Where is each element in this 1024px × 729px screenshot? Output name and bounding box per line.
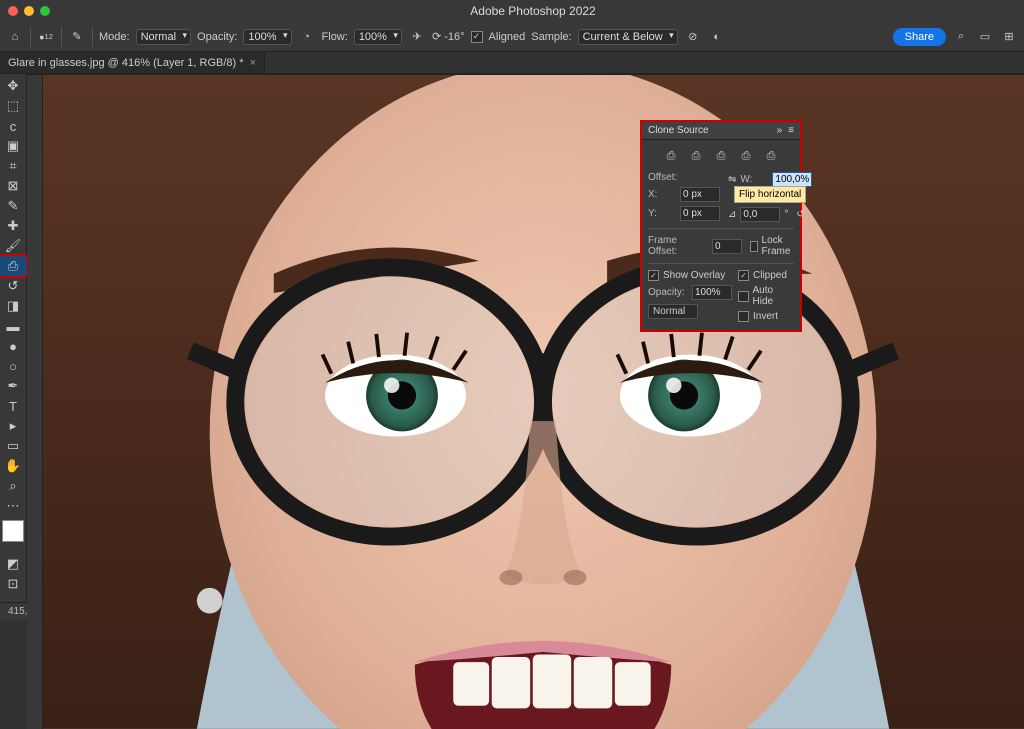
show-overlay-checkbox[interactable]: ✓ — [648, 270, 659, 281]
brush-tool[interactable]: 🖌 — [0, 236, 26, 256]
marquee-tool[interactable]: ⬚ — [0, 96, 26, 116]
clipped-checkbox[interactable]: ✓ — [738, 270, 749, 281]
shape-tool[interactable]: ▭ — [0, 436, 26, 456]
eraser-tool[interactable]: ◨ — [0, 296, 26, 316]
search-icon[interactable]: ⌕ — [952, 28, 970, 46]
airbrush-icon[interactable]: ✈ — [408, 28, 426, 46]
clone-source-panel[interactable]: Clone Source » ≡ ⎙ ⎙ ⎙ ⎙ ⎙ Offset: X: Y:… — [640, 120, 802, 332]
home-icon[interactable]: ⌂ — [6, 28, 24, 46]
offset-y-input[interactable] — [680, 206, 720, 221]
healing-brush-tool[interactable]: ✚ — [0, 216, 26, 236]
flow-label: Flow: — [322, 31, 348, 43]
share-button[interactable]: Share — [893, 28, 946, 46]
document-tab-bar: Glare in glasses.jpg @ 416% (Layer 1, RG… — [0, 52, 1024, 74]
offset-y-label: Y: — [648, 208, 676, 219]
lock-frame-label: Lock Frame — [762, 235, 794, 257]
minimize-icon[interactable] — [24, 6, 34, 16]
arrange-icon[interactable]: ⊞ — [1000, 28, 1018, 46]
scale-w-input[interactable] — [772, 172, 812, 187]
invert-label: Invert — [753, 311, 778, 322]
tools-panel: ✥ ⬚ ϲ ▣ ⌗ ⊠ ✎ ✚ 🖌 ⎙ ↺ ◨ ▬ ● ○ ✒ T ▸ ▭ ✋ … — [0, 74, 27, 602]
clone-panel-title: Clone Source — [648, 125, 709, 136]
overlay-mode-select[interactable]: Normal — [648, 304, 698, 319]
flip-horizontal-tooltip: Flip horizontal — [734, 186, 806, 203]
autohide-checkbox[interactable] — [738, 291, 749, 302]
offset-label: Offset: — [648, 172, 677, 183]
path-select-tool[interactable]: ▸ — [0, 416, 26, 436]
mode-label: Mode: — [99, 31, 130, 43]
offset-x-input[interactable] — [680, 187, 720, 202]
clone-stamp-tool[interactable]: ⎙ — [0, 256, 26, 276]
document-tab[interactable]: Glare in glasses.jpg @ 416% (Layer 1, RG… — [0, 52, 265, 73]
move-tool[interactable]: ✥ — [0, 76, 26, 96]
panel-menu-icon[interactable]: ≡ — [788, 125, 794, 136]
frame-tool[interactable]: ⊠ — [0, 176, 26, 196]
document-canvas[interactable] — [43, 75, 1024, 729]
lock-frame-checkbox[interactable] — [750, 241, 758, 252]
brush-preset-icon[interactable]: ●12 — [37, 28, 55, 46]
pressure-opacity-icon[interactable]: ◔ — [298, 28, 316, 46]
scale-w-label: W: — [740, 174, 768, 185]
aligned-checkbox[interactable]: ✓ — [471, 31, 483, 43]
color-swatches[interactable] — [2, 520, 24, 542]
opacity-label: Opacity: — [197, 31, 237, 43]
flow-input[interactable]: 100% — [354, 29, 402, 45]
object-select-tool[interactable]: ▣ — [0, 136, 26, 156]
lasso-tool[interactable]: ϲ — [0, 116, 26, 136]
traffic-lights — [8, 6, 50, 16]
ruler-vertical — [27, 75, 43, 729]
screen-mode-icon[interactable]: ⊡ — [0, 574, 26, 594]
sample-select[interactable]: Current & Below — [578, 29, 678, 45]
quick-mask-icon[interactable]: ◩ — [0, 554, 26, 574]
opacity-input[interactable]: 100% — [243, 29, 291, 45]
eyedropper-tool[interactable]: ✎ — [0, 196, 26, 216]
workspace-icon[interactable]: ▭ — [976, 28, 994, 46]
flip-h-icon[interactable]: ⇋ — [728, 174, 736, 185]
frame-offset-label: Frame Offset: — [648, 235, 708, 257]
window-titlebar: Adobe Photoshop 2022 — [0, 0, 1024, 22]
maximize-icon[interactable] — [40, 6, 50, 16]
ignore-adjust-icon[interactable]: ⊘ — [684, 28, 702, 46]
edit-toolbar[interactable]: ⋯ — [0, 496, 26, 516]
document-tab-title: Glare in glasses.jpg @ 416% (Layer 1, RG… — [8, 57, 244, 69]
clipped-label: Clipped — [753, 270, 787, 281]
angle-value: ⟳ -16° — [432, 30, 465, 43]
clone-angle-input[interactable] — [740, 207, 780, 222]
close-icon[interactable] — [8, 6, 18, 16]
brush-panel-icon[interactable]: ✎ — [68, 28, 86, 46]
frame-offset-input[interactable] — [712, 239, 742, 254]
blend-mode-select[interactable]: Normal — [136, 29, 191, 45]
app-title: Adobe Photoshop 2022 — [50, 4, 1016, 18]
pen-tool[interactable]: ✒ — [0, 376, 26, 396]
dodge-tool[interactable]: ○ — [0, 356, 26, 376]
clone-source-1[interactable]: ⎙ — [663, 148, 679, 164]
autohide-label: Auto Hide — [753, 285, 795, 307]
pressure-size-icon[interactable]: ◐ — [708, 28, 726, 46]
crop-tool[interactable]: ⌗ — [0, 156, 26, 176]
clone-source-3[interactable]: ⎙ — [713, 148, 729, 164]
canvas-area: 7607808008208408608809009209409609801000… — [27, 74, 1024, 602]
blur-tool[interactable]: ● — [0, 336, 26, 356]
type-tool[interactable]: T — [0, 396, 26, 416]
rotate-icon: ⊿ — [728, 209, 736, 220]
offset-x-label: X: — [648, 189, 676, 200]
history-brush-tool[interactable]: ↺ — [0, 276, 26, 296]
options-bar: ⌂ ●12 ✎ Mode: Normal Opacity: 100% ◔ Flo… — [0, 22, 1024, 52]
gradient-tool[interactable]: ▬ — [0, 316, 26, 336]
invert-checkbox[interactable] — [738, 311, 749, 322]
collapse-icon[interactable]: » — [777, 125, 783, 136]
aligned-label: Aligned — [489, 31, 526, 43]
hand-tool[interactable]: ✋ — [0, 456, 26, 476]
clone-source-2[interactable]: ⎙ — [688, 148, 704, 164]
overlay-opacity-label: Opacity: — [648, 287, 688, 298]
overlay-opacity-input[interactable] — [692, 285, 732, 300]
close-tab-icon[interactable]: × — [250, 57, 256, 69]
reset-transform-icon[interactable]: ↺ — [796, 209, 804, 220]
clone-source-4[interactable]: ⎙ — [738, 148, 754, 164]
clone-source-5[interactable]: ⎙ — [763, 148, 779, 164]
sample-label: Sample: — [531, 31, 571, 43]
show-overlay-label: Show Overlay — [663, 270, 725, 281]
zoom-tool[interactable]: ⌕ — [0, 476, 26, 496]
